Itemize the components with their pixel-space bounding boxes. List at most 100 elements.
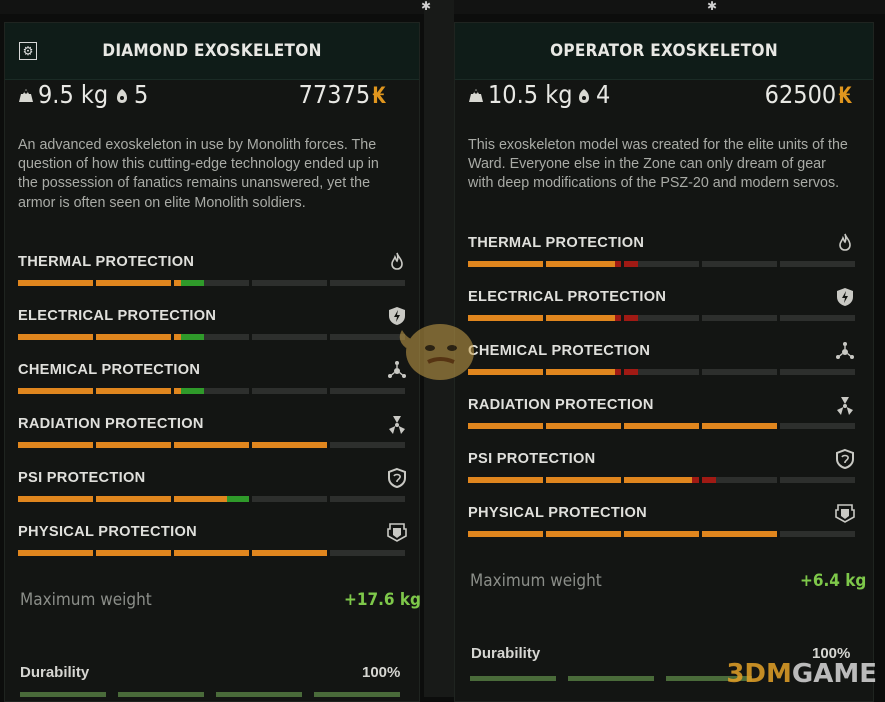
bar-segment <box>546 261 621 267</box>
armor-icon <box>386 521 408 543</box>
lightning-shield-icon <box>834 286 856 308</box>
card-header: OPERATOR EXOSKELETON <box>455 23 873 80</box>
protection-label: PSI PROTECTION <box>468 451 596 467</box>
watermark-text-a: 3DM <box>726 659 792 689</box>
durability-segment <box>118 692 204 697</box>
bar-segment <box>174 388 249 394</box>
bar-segment <box>468 477 543 483</box>
bar-segment <box>780 261 855 267</box>
top-gear-icon-right[interactable]: ✱ <box>704 0 720 12</box>
bar-segment <box>174 496 249 502</box>
bar-segment <box>96 550 171 556</box>
bar-segment <box>18 334 93 340</box>
durability-segment <box>470 676 556 681</box>
coupon-currency-icon: ₭ <box>838 84 852 109</box>
protection-label: THERMAL PROTECTION <box>18 254 195 270</box>
bar-segment <box>780 477 855 483</box>
bar-segment <box>702 477 777 483</box>
item-description: This exoskeleton model was created for t… <box>468 137 848 192</box>
protection-row: THERMAL PROTECTION <box>18 251 408 307</box>
protection-bar <box>18 334 405 340</box>
watermark-text-b: GAME <box>791 659 877 689</box>
protection-bar <box>18 442 405 448</box>
protection-label: RADIATION PROTECTION <box>468 397 654 413</box>
protection-bar <box>18 388 405 394</box>
bar-segment <box>174 334 249 340</box>
bar-segment <box>252 496 327 502</box>
protection-row: CHEMICAL PROTECTION <box>468 342 856 396</box>
price: 62500₭ <box>765 78 852 114</box>
price-value: 62500 <box>764 80 837 109</box>
durability-segment <box>216 692 302 697</box>
item-description: An advanced exoskeleton in use by Monoli… <box>18 137 379 211</box>
bar-segment <box>546 369 621 375</box>
bar-segment <box>252 442 327 448</box>
slots-stat: 5 <box>114 78 148 112</box>
weight-icon <box>469 89 483 102</box>
item-stats: 9.5 kg 5 77375₭ <box>18 78 416 112</box>
bar-segment <box>18 280 93 286</box>
bar-segment <box>174 442 249 448</box>
radiation-icon <box>386 413 408 435</box>
protection-row: PSI PROTECTION <box>468 448 856 504</box>
protection-label: CHEMICAL PROTECTION <box>468 343 651 359</box>
weight-value: 9.5 kg <box>38 80 109 109</box>
chemical-icon <box>834 340 856 362</box>
max-weight-value: +6.4 kg <box>800 571 867 591</box>
protection-label: PHYSICAL PROTECTION <box>18 524 197 540</box>
protection-row: RADIATION PROTECTION <box>468 396 856 450</box>
bar-segment <box>624 315 699 321</box>
bar-segment <box>468 261 543 267</box>
durability-label: Durability <box>471 645 541 662</box>
psi-shield-icon <box>386 467 408 489</box>
bar-segment <box>624 477 699 483</box>
protection-label: ELECTRICAL PROTECTION <box>18 308 217 324</box>
fire-icon <box>386 251 408 273</box>
slots-stat: 4 <box>576 78 610 112</box>
protection-bar <box>468 261 855 267</box>
protection-bar <box>468 315 855 321</box>
bar-segment <box>96 280 171 286</box>
bar-segment <box>468 423 543 429</box>
bar-segment <box>18 442 93 448</box>
protection-label: CHEMICAL PROTECTION <box>18 362 201 378</box>
bar-segment <box>96 334 171 340</box>
top-gear-icon[interactable]: ✱ <box>418 0 434 12</box>
protection-bar <box>18 280 405 286</box>
bar-segment <box>702 423 777 429</box>
container-slot-icon <box>579 89 589 103</box>
bar-segment <box>624 369 699 375</box>
item-title: OPERATOR EXOSKELETON <box>550 41 778 61</box>
protection-row: ELECTRICAL PROTECTION <box>18 307 408 361</box>
bar-segment <box>252 388 327 394</box>
bar-segment <box>624 261 699 267</box>
protection-label: THERMAL PROTECTION <box>468 235 645 251</box>
max-weight-label: Maximum weight <box>470 571 602 591</box>
protection-bar <box>468 477 855 483</box>
card-header: ⚙ DIAMOND EXOSKELETON <box>5 23 419 80</box>
bar-segment <box>96 442 171 448</box>
slots-value: 4 <box>596 80 611 109</box>
bar-segment <box>468 531 543 537</box>
coupon-currency-icon: ₭ <box>372 84 386 109</box>
protection-row: CHEMICAL PROTECTION <box>18 361 408 415</box>
bar-segment <box>252 280 327 286</box>
protection-row: PHYSICAL PROTECTION <box>18 523 408 577</box>
bar-segment <box>96 496 171 502</box>
protection-label: PSI PROTECTION <box>18 470 146 486</box>
bar-segment <box>546 531 621 537</box>
bar-segment <box>546 477 621 483</box>
bar-segment <box>252 550 327 556</box>
protection-label: ELECTRICAL PROTECTION <box>468 289 667 305</box>
bar-segment <box>546 315 621 321</box>
bar-segment <box>780 369 855 375</box>
psi-shield-icon <box>834 448 856 470</box>
bar-segment <box>96 388 171 394</box>
max-weight-label: Maximum weight <box>20 590 152 610</box>
bar-segment <box>780 531 855 537</box>
protection-bar <box>18 496 405 502</box>
bar-segment <box>18 550 93 556</box>
protection-label: PHYSICAL PROTECTION <box>468 505 647 521</box>
bar-segment <box>702 315 777 321</box>
slots-value: 5 <box>134 80 149 109</box>
